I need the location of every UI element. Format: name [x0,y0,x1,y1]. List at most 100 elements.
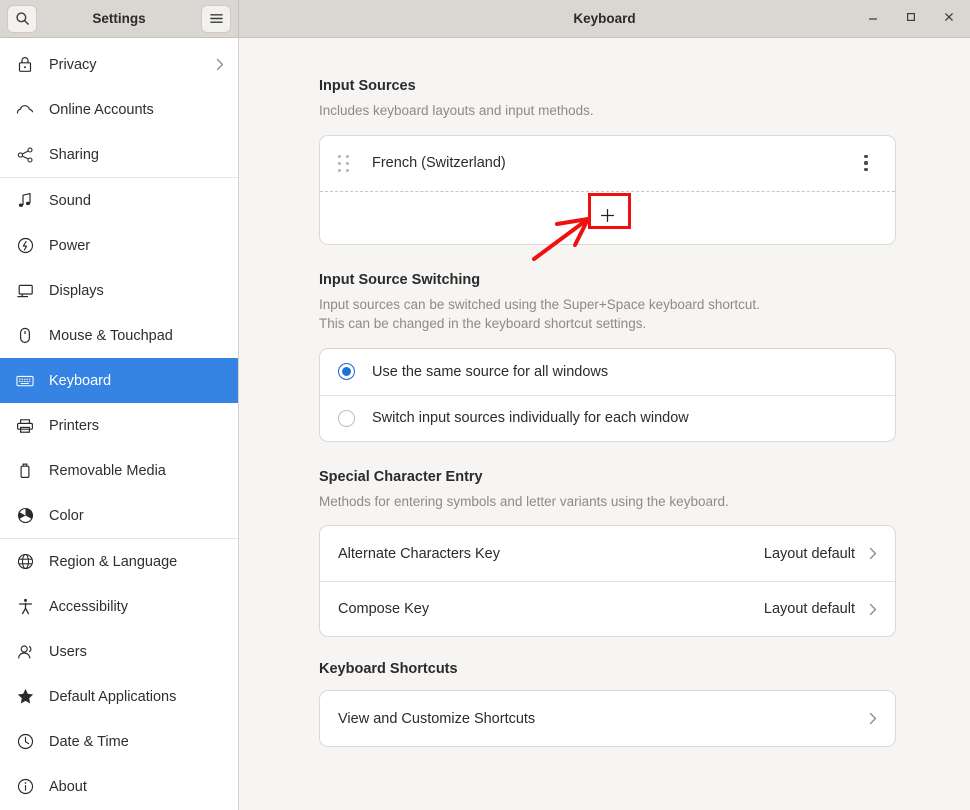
row-value: Layout default [763,601,855,618]
input-source-row[interactable]: French (Switzerland) [320,136,895,191]
radio-button[interactable] [338,409,355,427]
accessibility-person-icon [16,598,34,616]
printer-icon [16,417,34,435]
lock-icon [16,56,34,74]
window-body: Privacy Online Accounts Sharing Sound Po… [0,38,970,810]
window-controls [856,4,966,34]
input-sources-section: Input Sources Includes keyboard layouts … [319,78,896,245]
sidebar-item-about[interactable]: About [0,764,238,809]
color-wheel-icon [16,507,34,525]
music-note-icon [16,192,34,210]
section-description-line-2: This can be changed in the keyboard shor… [319,316,647,332]
sidebar-item-label: Online Accounts [49,101,154,118]
input-source-switching-section: Input Source Switching Input sources can… [319,272,896,442]
sidebar-item-date-time[interactable]: Date & Time [0,719,238,764]
window-header: Keyboard [239,0,970,37]
settings-content: Input Sources Includes keyboard layouts … [319,78,896,748]
settings-window: Settings Keyboard Privacy Online Account… [0,0,970,810]
share-nodes-icon [16,146,34,164]
plus-icon [600,208,615,228]
minimize-button[interactable] [856,4,890,34]
sidebar-header: Settings [0,0,239,37]
sidebar-item-label: Users [49,643,87,660]
sidebar-item-mouse-touchpad[interactable]: Mouse & Touchpad [0,313,238,358]
sidebar-item-users[interactable]: Users [0,629,238,674]
add-input-source-button[interactable] [594,205,622,231]
close-icon [943,10,955,28]
switching-option-per-window[interactable]: Switch input sources individually for ea… [320,394,895,441]
compose-key-row[interactable]: Compose Key Layout default [320,581,895,636]
sidebar-item-accessibility[interactable]: Accessibility [0,584,238,629]
sidebar-item-sound[interactable]: Sound [0,178,238,223]
switching-option-label: Switch input sources individually for ea… [372,410,689,427]
special-character-entry-section: Special Character Entry Methods for ente… [319,469,896,638]
sidebar-item-sharing[interactable]: Sharing [0,132,238,177]
info-circle-icon [16,778,34,796]
monitor-icon [16,282,34,300]
hamburger-menu-icon [209,12,224,25]
sidebar-item-label: Power [49,237,91,254]
input-source-label: French (Switzerland) [372,155,506,172]
cloud-icon [16,101,34,119]
maximize-icon [905,10,917,28]
switching-option-label: Use the same source for all windows [372,363,609,380]
globe-icon [16,553,34,571]
sidebar-item-keyboard[interactable]: Keyboard [0,358,238,403]
sidebar-item-label: Color [49,507,84,524]
keyboard-icon [16,372,34,390]
radio-button-selected[interactable] [338,363,355,381]
row-label: Alternate Characters Key [338,545,500,562]
close-button[interactable] [932,4,966,34]
switching-option-same-source[interactable]: Use the same source for all windows [320,349,895,395]
sidebar-item-label: Keyboard [49,372,112,389]
kebab-menu-icon[interactable] [855,151,877,175]
add-input-source-row[interactable] [320,190,895,244]
sidebar-item-displays[interactable]: Displays [0,268,238,313]
sidebar-item-privacy[interactable]: Privacy [0,42,238,87]
keyboard-settings-panel: Input Sources Includes keyboard layouts … [239,38,970,810]
special-character-card: Alternate Characters Key Layout default … [319,525,896,638]
drag-handle-icon[interactable] [338,154,350,172]
sidebar-item-label: Region & Language [49,553,178,570]
maximize-button[interactable] [894,4,928,34]
view-customize-shortcuts-row[interactable]: View and Customize Shortcuts [320,691,895,746]
sidebar-item-power[interactable]: Power [0,223,238,268]
sidebar-item-label: About [49,778,87,795]
section-title: Input Source Switching [319,271,481,288]
sidebar-item-online-accounts[interactable]: Online Accounts [0,87,238,132]
alternate-characters-key-row[interactable]: Alternate Characters Key Layout default [320,526,895,581]
sidebar-item-label: Mouse & Touchpad [49,327,173,344]
section-title: Input Sources [319,78,416,94]
chevron-right-icon [869,547,877,560]
minimize-icon [867,10,879,28]
titlebar: Settings Keyboard [0,0,970,38]
section-title: Keyboard Shortcuts [319,661,458,678]
sidebar-item-region-language[interactable]: Region & Language [0,539,238,584]
sidebar-item-label: Removable Media [49,462,166,479]
star-icon [16,688,34,706]
usb-drive-icon [16,462,34,480]
row-label: View and Customize Shortcuts [338,710,536,727]
sidebar-item-label: Sound [49,192,91,209]
sidebar-item-default-applications[interactable]: Default Applications [0,674,238,719]
main-menu-button[interactable] [201,4,231,33]
sidebar-item-label: Sharing [49,146,99,163]
sidebar-item-removable-media[interactable]: Removable Media [0,448,238,493]
mouse-icon [16,327,34,345]
section-description: Methods for entering symbols and letter … [319,493,729,509]
section-description: Input sources can be switched using the … [319,295,896,334]
row-label: Compose Key [338,601,430,618]
sidebar-item-label: Date & Time [49,733,129,750]
sidebar-item-label: Accessibility [49,598,128,615]
sidebar-item-printers[interactable]: Printers [0,403,238,448]
keyboard-shortcuts-section: Keyboard Shortcuts View and Customize Sh… [319,661,896,748]
chevron-right-icon [869,603,877,616]
sidebar-item-color[interactable]: Color [0,493,238,538]
keyboard-shortcuts-card: View and Customize Shortcuts [319,690,896,748]
chevron-right-icon [869,712,877,725]
search-button[interactable] [7,4,37,33]
section-description: Includes keyboard layouts and input meth… [319,103,594,118]
